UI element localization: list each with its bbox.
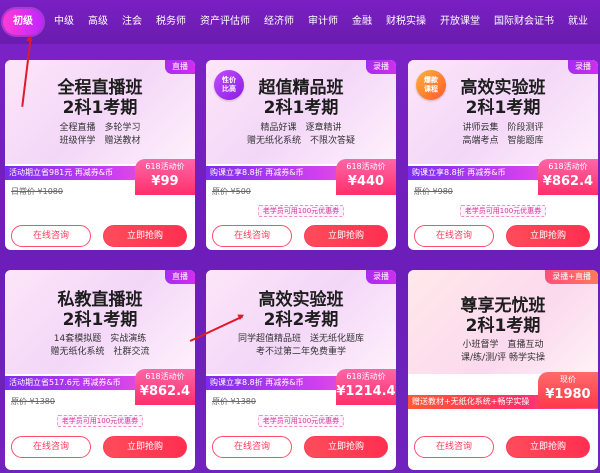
course-grid: 直播 全程直播班 2科1考期 全程直播 多轮学习 班级伴学 赠送教材 活动期立省… <box>0 44 600 473</box>
buy-button[interactable]: 立即抢购 <box>103 225 187 247</box>
course-title: 高效实验班 <box>258 290 344 310</box>
consult-button[interactable]: 在线咨询 <box>414 225 494 247</box>
nav-tab-caishui[interactable]: 财税实操 <box>379 9 433 35</box>
coupon-label: 老学员可用100元优惠券 <box>257 205 345 217</box>
price-value: ¥1214.4 <box>336 384 396 399</box>
course-feature-2: 赠无纸化系统 社群交流 <box>50 347 150 357</box>
price-label: 618活动价 <box>548 162 588 171</box>
course-feature-2: 班级伴学 赠送教材 <box>59 136 141 146</box>
price-label: 现价 <box>560 375 576 384</box>
price-value: ¥440 <box>347 174 385 189</box>
price-value: ¥862.4 <box>139 384 191 399</box>
price-box: 618活动价 ¥862.4 <box>538 159 598 195</box>
price-label: 618活动价 <box>346 162 386 171</box>
nav-tab-jiuye[interactable]: 就业 <box>561 9 595 35</box>
coupon-label: 老学员可用100元优惠券 <box>459 205 547 217</box>
nav-tab-jingjishi[interactable]: 经济师 <box>257 9 301 35</box>
course-card-5: 录播 高效实验班 2科2考期 同学超值精品班 送无纸化题库 考不过第二年免费重学… <box>206 270 396 470</box>
consult-button[interactable]: 在线咨询 <box>11 225 91 247</box>
course-type-tag: 直播 <box>165 60 195 74</box>
course-type-tag: 录播 <box>568 60 598 74</box>
course-subtitle: 2科1考期 <box>465 316 541 336</box>
nav-tab-kaifang[interactable]: 开放课堂 <box>433 9 487 35</box>
price-label: 618活动价 <box>145 372 185 381</box>
consult-button[interactable]: 在线咨询 <box>212 436 292 458</box>
buy-button[interactable]: 立即抢购 <box>506 225 590 247</box>
coupon-label: 老学员可用100元优惠券 <box>257 415 345 427</box>
nav-tab-shuiwushi[interactable]: 税务师 <box>149 9 193 35</box>
original-price: 原价 ¥1380 <box>11 397 55 406</box>
course-card-3: 录播 爆款 课程 高效实验班 2科1考期 讲师云集 阶段测评 高端考点 智能题库… <box>408 60 598 250</box>
nav-tab-zhongji[interactable]: 中级 <box>47 9 81 35</box>
consult-button[interactable]: 在线咨询 <box>11 436 91 458</box>
buy-button[interactable]: 立即抢购 <box>103 436 187 458</box>
nav-tab-zichanpinggu[interactable]: 资产评估师 <box>193 9 257 35</box>
course-title: 全程直播班 <box>57 78 143 98</box>
course-type-tag: 录播 <box>366 60 396 74</box>
course-feature-2: 赠无纸化系统 不限次答疑 <box>246 136 355 146</box>
original-price: 日常价 ¥1080 <box>11 187 63 196</box>
nav-tab-chuji[interactable]: 初级 <box>3 9 43 35</box>
price-value: ¥1980 <box>545 387 591 402</box>
course-subtitle: 2科1考期 <box>465 98 541 118</box>
course-feature-2: 考不过第二年免费重学 <box>255 347 346 357</box>
nav-tab-guoji[interactable]: 国际财会证书 <box>487 9 561 35</box>
price-label: 618活动价 <box>145 162 185 171</box>
course-subtitle: 2科1考期 <box>62 310 138 330</box>
nav-tab-jinrong[interactable]: 金融 <box>345 9 379 35</box>
price-box: 618活动价 ¥1214.4 <box>336 369 396 405</box>
original-price: 原价 ¥980 <box>414 187 453 196</box>
price-value: ¥862.4 <box>542 174 594 189</box>
course-title: 私教直播班 <box>57 290 143 310</box>
course-feature-1: 全程直播 多轮学习 <box>59 123 141 133</box>
price-box: 618活动价 ¥440 <box>336 159 396 195</box>
course-title: 高效实验班 <box>460 78 546 98</box>
price-box: 618活动价 ¥862.4 <box>135 369 195 405</box>
course-type-tag: 录播 <box>366 270 396 284</box>
price-label: 618活动价 <box>346 372 386 381</box>
price-box: 618活动价 ¥99 <box>135 159 195 195</box>
course-card-4: 直播 私教直播班 2科1考期 14套模拟题 实战演练 赠无纸化系统 社群交流 活… <box>5 270 195 470</box>
course-type-tag: 直播 <box>165 270 195 284</box>
course-feature-2: 课/练/测/评 畅学实操 <box>461 353 545 363</box>
consult-button[interactable]: 在线咨询 <box>414 436 494 458</box>
course-card-1: 直播 全程直播班 2科1考期 全程直播 多轮学习 班级伴学 赠送教材 活动期立省… <box>5 60 195 250</box>
course-feature-1: 14套模拟题 实战演练 <box>53 334 147 344</box>
top-nav: 初级 中级 高级 注会 税务师 资产评估师 经济师 审计师 金融 财税实操 开放… <box>0 0 600 44</box>
consult-button[interactable]: 在线咨询 <box>212 225 292 247</box>
course-subtitle: 2科1考期 <box>62 98 138 118</box>
course-subtitle: 2科1考期 <box>263 98 339 118</box>
nav-tab-shenjishi[interactable]: 审计师 <box>301 9 345 35</box>
coupon-label: 老学员可用100元优惠券 <box>56 415 144 427</box>
buy-button[interactable]: 立即抢购 <box>304 436 388 458</box>
buy-button[interactable]: 立即抢购 <box>506 436 590 458</box>
course-feature-1: 讲师云集 阶段测评 <box>462 123 544 133</box>
course-title: 尊享无忧班 <box>460 296 546 316</box>
price-box: 现价 ¥1980 <box>538 372 598 408</box>
buy-button[interactable]: 立即抢购 <box>304 225 388 247</box>
course-title: 超值精品班 <box>258 78 344 98</box>
course-type-tag: 录播+直播 <box>545 270 598 284</box>
course-feature-1: 小班督学 直播互动 <box>462 340 544 350</box>
original-price: 原价 ¥500 <box>212 187 251 196</box>
original-price: 原价 ¥1380 <box>212 397 256 406</box>
course-feature-1: 精品好课 逐章精讲 <box>260 123 342 133</box>
price-value: ¥99 <box>151 174 179 189</box>
course-feature-2: 高端考点 智能题库 <box>462 136 544 146</box>
nav-tab-zhuhui[interactable]: 注会 <box>115 9 149 35</box>
course-feature-1: 同学超值精品班 送无纸化题库 <box>237 334 364 344</box>
course-card-6: 录播+直播 尊享无忧班 2科1考期 小班督学 直播互动 课/练/测/评 畅学实操… <box>408 270 598 470</box>
course-card-2: 录播 性价 比高 超值精品班 2科1考期 精品好课 逐章精讲 赠无纸化系统 不限… <box>206 60 396 250</box>
nav-tab-gaoji[interactable]: 高级 <box>81 9 115 35</box>
